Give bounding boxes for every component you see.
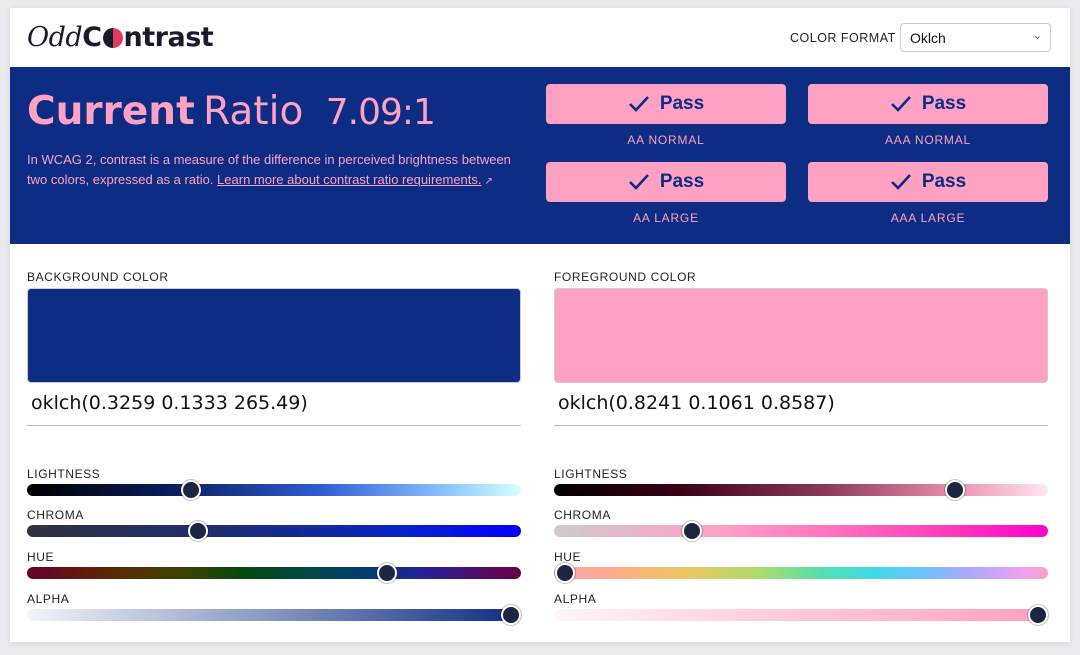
header: OddC ntrast COLOR FORMAT Oklch ⌄: [10, 8, 1070, 66]
checkmark-icon: [890, 174, 911, 190]
bg-hue-label: HUE: [27, 550, 55, 564]
bg-hue-handle[interactable]: [376, 563, 397, 583]
external-link-icon: ↗: [484, 176, 493, 187]
bg-lightness-slider[interactable]: [27, 480, 521, 500]
logo-contrast-circle-icon: [102, 28, 123, 48]
fg-alpha-slider[interactable]: [554, 605, 1048, 625]
fg-chroma-handle[interactable]: [681, 521, 702, 541]
color-format-value: Oklch: [910, 30, 946, 46]
aa-large-result: Pass: [546, 162, 786, 202]
bg-hue-slider[interactable]: [27, 563, 521, 583]
bg-chroma-handle[interactable]: [188, 521, 209, 541]
fg-lightness-handle[interactable]: [944, 480, 965, 500]
checkmark-icon: [628, 96, 649, 112]
bg-alpha-handle[interactable]: [501, 605, 521, 625]
foreground-color-input[interactable]: oklch(0.8241 0.1061 0.8587): [554, 386, 1048, 426]
contrast-ratio-banner: Current Ratio 7.09:1 In WCAG 2, contrast…: [10, 67, 1070, 244]
bg-chroma-label: CHROMA: [27, 508, 84, 522]
background-color-swatch[interactable]: [27, 288, 521, 383]
learn-more-link[interactable]: Learn more about contrast ratio requirem…: [217, 172, 481, 187]
fg-lightness-label: LIGHTNESS: [554, 467, 628, 481]
fg-hue-handle[interactable]: [555, 563, 576, 583]
aa-normal-result: Pass: [546, 84, 786, 124]
bg-alpha-label: ALPHA: [27, 592, 70, 606]
fg-lightness-slider[interactable]: [554, 480, 1048, 500]
ratio-title: Current Ratio 7.09:1: [27, 89, 436, 134]
checkmark-icon: [628, 174, 649, 190]
foreground-color-swatch[interactable]: [554, 288, 1048, 383]
fg-chroma-label: CHROMA: [554, 508, 611, 522]
bg-alpha-slider[interactable]: [27, 605, 521, 625]
odd-contrast-logo[interactable]: OddC ntrast: [27, 22, 214, 53]
checkmark-icon: [890, 96, 911, 112]
ratio-value: 7.09:1: [325, 92, 436, 133]
aa-normal-caption: AA NORMAL: [627, 133, 705, 147]
fg-hue-slider[interactable]: [554, 563, 1048, 583]
aaa-normal-result: Pass: [808, 84, 1048, 124]
color-format-select[interactable]: Oklch ⌄: [900, 23, 1051, 52]
chevron-down-icon: ⌄: [1032, 30, 1042, 42]
fg-hue-label: HUE: [554, 550, 582, 564]
app-card: OddC ntrast COLOR FORMAT Oklch ⌄ Current …: [10, 8, 1070, 642]
bg-lightness-handle[interactable]: [181, 480, 202, 500]
background-color-input[interactable]: oklch(0.3259 0.1333 265.49): [27, 386, 521, 426]
color-format-label: COLOR FORMAT: [790, 31, 896, 45]
aaa-large-result: Pass: [808, 162, 1048, 202]
title-current: Current: [27, 89, 195, 134]
aaa-large-caption: AAA LARGE: [890, 211, 966, 225]
fg-chroma-slider[interactable]: [554, 521, 1048, 541]
bg-lightness-label: LIGHTNESS: [27, 467, 101, 481]
foreground-color-label: FOREGROUND COLOR: [554, 270, 697, 284]
fg-alpha-label: ALPHA: [554, 592, 597, 606]
background-color-label: BACKGROUND COLOR: [27, 270, 169, 284]
ratio-description: In WCAG 2, contrast is a measure of the …: [27, 152, 511, 187]
title-ratio: Ratio: [203, 89, 304, 134]
aaa-normal-caption: AAA NORMAL: [884, 133, 972, 147]
aa-large-caption: AA LARGE: [633, 211, 699, 225]
fg-alpha-handle[interactable]: [1028, 605, 1048, 625]
bg-chroma-slider[interactable]: [27, 521, 521, 541]
